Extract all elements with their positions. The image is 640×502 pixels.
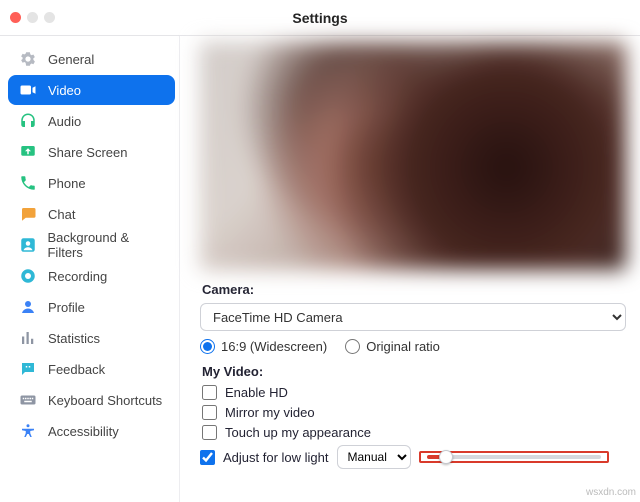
headphones-icon xyxy=(18,111,38,131)
low-light-mode-select[interactable]: Manual xyxy=(337,445,411,469)
aspect-ratio-group: 16:9 (Widescreen) Original ratio xyxy=(200,339,626,354)
sidebar-item-label: General xyxy=(48,52,94,67)
camera-section-label: Camera: xyxy=(202,282,626,297)
ratio-original-radio[interactable] xyxy=(345,339,360,354)
sidebar-item-chat[interactable]: Chat xyxy=(8,199,175,229)
background-filters-icon xyxy=(18,235,37,255)
enable-hd-label[interactable]: Enable HD xyxy=(225,385,288,400)
adjust-low-light-row: Adjust for low light Manual xyxy=(200,445,626,469)
sidebar-item-video[interactable]: Video xyxy=(8,75,175,105)
ratio-widescreen-radio[interactable] xyxy=(200,339,215,354)
main-panel: Camera: FaceTime HD Camera 16:9 (Widescr… xyxy=(180,36,640,502)
titlebar: Settings xyxy=(0,0,640,36)
sidebar-item-label: Share Screen xyxy=(48,145,128,160)
recording-icon xyxy=(18,266,38,286)
sidebar-item-background-filters[interactable]: Background & Filters xyxy=(8,230,175,260)
keyboard-icon xyxy=(18,390,38,410)
video-camera-icon xyxy=(18,80,38,100)
sidebar-item-profile[interactable]: Profile xyxy=(8,292,175,322)
sidebar-item-share-screen[interactable]: Share Screen xyxy=(8,137,175,167)
accessibility-icon xyxy=(18,421,38,441)
sidebar-item-label: Feedback xyxy=(48,362,105,377)
my-video-section-label: My Video: xyxy=(202,364,626,379)
touch-up-checkbox[interactable] xyxy=(202,425,217,440)
profile-icon xyxy=(18,297,38,317)
window-title: Settings xyxy=(0,10,640,26)
ratio-original-option[interactable]: Original ratio xyxy=(345,339,440,354)
mirror-video-label[interactable]: Mirror my video xyxy=(225,405,315,420)
feedback-icon xyxy=(18,359,38,379)
settings-window: Settings General Video Audio xyxy=(0,0,640,502)
low-light-slider[interactable] xyxy=(427,455,601,459)
sidebar-item-feedback[interactable]: Feedback xyxy=(8,354,175,384)
enable-hd-checkbox[interactable] xyxy=(202,385,217,400)
touch-up-label[interactable]: Touch up my appearance xyxy=(225,425,371,440)
sidebar-item-keyboard-shortcuts[interactable]: Keyboard Shortcuts xyxy=(8,385,175,415)
watermark: wsxdn.com xyxy=(586,487,636,498)
adjust-low-light-checkbox[interactable] xyxy=(200,450,215,465)
sidebar-item-label: Chat xyxy=(48,207,75,222)
sidebar-item-label: Background & Filters xyxy=(47,230,165,260)
adjust-low-light-label[interactable]: Adjust for low light xyxy=(223,450,329,465)
sidebar-item-recording[interactable]: Recording xyxy=(8,261,175,291)
chat-icon xyxy=(18,204,38,224)
mirror-video-checkbox[interactable] xyxy=(202,405,217,420)
share-screen-icon xyxy=(18,142,38,162)
window-body: General Video Audio Share Screen xyxy=(0,36,640,502)
sidebar-item-label: Profile xyxy=(48,300,85,315)
ratio-widescreen-option[interactable]: 16:9 (Widescreen) xyxy=(200,339,327,354)
sidebar-item-phone[interactable]: Phone xyxy=(8,168,175,198)
sidebar-item-label: Statistics xyxy=(48,331,100,346)
sidebar-item-label: Phone xyxy=(48,176,86,191)
sidebar-item-label: Keyboard Shortcuts xyxy=(48,393,162,408)
low-light-slider-highlight xyxy=(419,451,609,463)
sidebar-item-general[interactable]: General xyxy=(8,44,175,74)
sidebar-item-label: Audio xyxy=(48,114,81,129)
sidebar-item-statistics[interactable]: Statistics xyxy=(8,323,175,353)
sidebar-item-accessibility[interactable]: Accessibility xyxy=(8,416,175,446)
sidebar-item-label: Video xyxy=(48,83,81,98)
sidebar-item-label: Recording xyxy=(48,269,107,284)
sidebar: General Video Audio Share Screen xyxy=(0,36,180,502)
phone-icon xyxy=(18,173,38,193)
sidebar-item-label: Accessibility xyxy=(48,424,119,439)
ratio-widescreen-label: 16:9 (Widescreen) xyxy=(221,339,327,354)
statistics-icon xyxy=(18,328,38,348)
ratio-original-label: Original ratio xyxy=(366,339,440,354)
camera-preview xyxy=(200,42,626,270)
sidebar-item-audio[interactable]: Audio xyxy=(8,106,175,136)
gear-icon xyxy=(18,49,38,69)
camera-select[interactable]: FaceTime HD Camera xyxy=(200,303,626,331)
